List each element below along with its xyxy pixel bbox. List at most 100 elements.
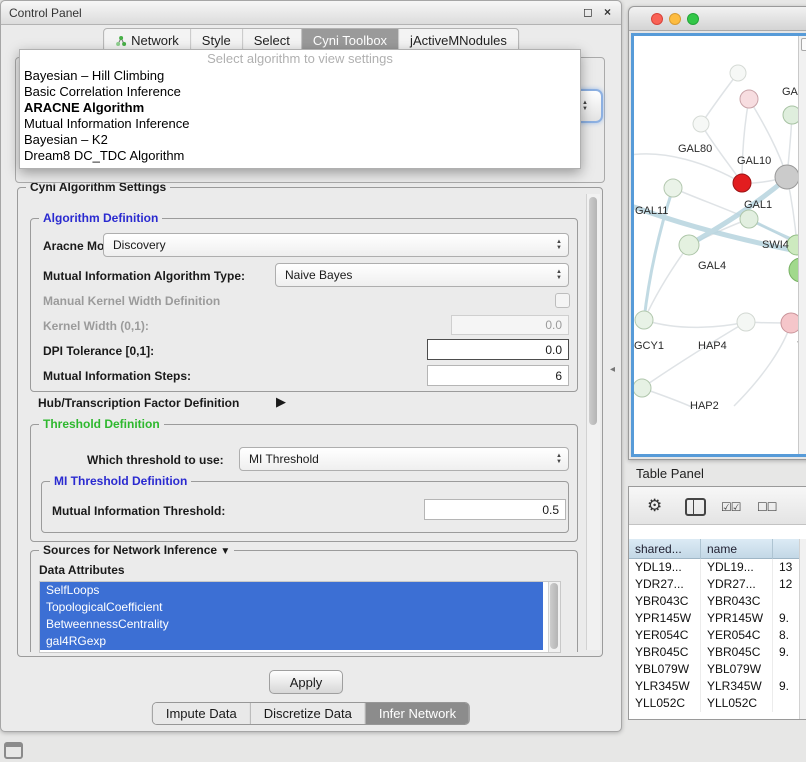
table-vertical-scrollbar[interactable] <box>799 539 806 719</box>
network-node[interactable] <box>740 210 758 228</box>
cell: YLR345W <box>701 678 773 695</box>
minimize-traffic-light-icon[interactable] <box>669 13 681 25</box>
node-label: GAL10 <box>737 155 771 167</box>
node-label: HAP2 <box>690 400 719 412</box>
network-node[interactable] <box>730 65 746 81</box>
aracne-mode-select[interactable]: Discovery ▲▼ <box>103 233 569 257</box>
mi-threshold-field[interactable]: 0.5 <box>424 499 566 520</box>
cell: YDL19... <box>629 559 701 576</box>
mi-threshold-label: Mutual Information Threshold: <box>52 504 225 518</box>
mi-steps-label: Mutual Information Steps: <box>43 369 191 383</box>
close-icon[interactable]: × <box>604 5 611 19</box>
column-header-name[interactable]: name <box>701 539 773 559</box>
cell: YDR27... <box>629 576 701 593</box>
sources-title-text: Sources for Network Inference <box>43 543 217 557</box>
dropdown-item[interactable]: Mutual Information Inference <box>20 116 580 132</box>
column-browser-icon[interactable] <box>685 498 706 516</box>
list-item[interactable]: SelfLoops <box>40 582 543 599</box>
control-panel-titlebar: Control Panel ◻ × <box>1 1 621 25</box>
tab-infer-network-label: Infer Network <box>379 706 456 721</box>
settings-scrollbar-thumb[interactable] <box>589 197 597 425</box>
table-row[interactable]: YDL19...YDL19...13 <box>629 559 806 576</box>
cell: YDR27... <box>701 576 773 593</box>
tab-infer-network[interactable]: Infer Network <box>365 703 469 724</box>
gear-icon[interactable]: ⚙ <box>647 496 662 516</box>
cyni-algorithm-settings-group: Cyni Algorithm Settings Algorithm Defini… <box>17 187 603 657</box>
network-window-titlebar <box>629 7 806 31</box>
dropdown-item[interactable]: Basic Correlation Inference <box>20 84 580 100</box>
panel-collapse-handle[interactable]: ◂ <box>610 364 615 375</box>
select-all-checkboxes-icon[interactable]: ☑☑ <box>721 500 741 514</box>
control-panel-window: Control Panel ◻ × Network Style Select C… <box>0 0 622 732</box>
table-row[interactable]: YLL052CYLL052C <box>629 695 806 712</box>
dropdown-item[interactable]: Bayesian – K2 <box>20 132 580 148</box>
mi-type-select[interactable]: Naive Bayes ▲▼ <box>275 263 569 287</box>
network-canvas[interactable]: GAL80 GAL10 GAL11 GAL1 SWI4 GAL4 GCY1 HA… <box>631 33 806 457</box>
node-label: SWI4 <box>762 239 789 251</box>
column-header-shared-name[interactable]: shared... <box>629 539 701 559</box>
deselect-all-checkboxes-icon[interactable]: ☐☐ <box>757 500 777 514</box>
combo-arrows-icon: ▲▼ <box>556 453 562 465</box>
mi-steps-value: 6 <box>555 369 562 383</box>
network-node[interactable] <box>679 235 699 255</box>
table-row[interactable]: YBR045CYBR045C9. <box>629 644 806 661</box>
table-row[interactable]: YBR043CYBR043C <box>629 593 806 610</box>
tab-cyni-toolbox-label: Cyni Toolbox <box>313 33 387 48</box>
network-vertical-scrollbar[interactable] <box>798 36 806 454</box>
birdseye-view-button[interactable] <box>801 38 806 51</box>
restore-panel-icon[interactable] <box>4 742 23 759</box>
network-node-labels: GAL80 GAL10 GAL11 GAL1 SWI4 GAL4 GCY1 HA… <box>634 86 805 412</box>
manual-kernel-label: Manual Kernel Width Definition <box>43 294 220 308</box>
network-node[interactable] <box>635 311 653 329</box>
network-node-gal10-selected[interactable] <box>733 174 751 192</box>
mi-type-value: Naive Bayes <box>285 268 352 282</box>
network-node[interactable] <box>740 90 758 108</box>
network-node[interactable] <box>664 179 682 197</box>
tab-impute-data-label: Impute Data <box>166 706 237 721</box>
cell: YBR043C <box>629 593 701 610</box>
apply-button[interactable]: Apply <box>269 670 343 694</box>
table-row[interactable]: YBL079WYBL079W <box>629 661 806 678</box>
dpi-tolerance-field[interactable]: 0.0 <box>427 339 569 360</box>
dropdown-item-selected[interactable]: ARACNE Algorithm <box>20 100 580 116</box>
list-item[interactable]: BetweennessCentrality <box>40 616 543 633</box>
zoom-traffic-light-icon[interactable] <box>687 13 699 25</box>
list-item[interactable]: TopologicalCoefficient <box>40 599 543 616</box>
hub-expand-icon[interactable]: ▶ <box>276 394 286 410</box>
close-traffic-light-icon[interactable] <box>651 13 663 25</box>
network-view-window: GAL80 GAL10 GAL11 GAL1 SWI4 GAL4 GCY1 HA… <box>628 6 806 460</box>
attributes-scrollbar[interactable] <box>548 582 560 652</box>
manual-kernel-checkbox[interactable] <box>555 293 570 308</box>
dropdown-placeholder: Select algorithm to view settings <box>20 50 580 68</box>
network-node[interactable] <box>693 116 709 132</box>
list-item[interactable]: gal4RGexp <box>40 633 543 650</box>
cell: YBR043C <box>701 593 773 610</box>
network-node[interactable] <box>775 165 799 189</box>
bottom-tab-group: Impute Data Discretize Data Infer Networ… <box>152 702 470 725</box>
table-row[interactable]: YPR145WYPR145W9. <box>629 610 806 627</box>
tab-discretize-data[interactable]: Discretize Data <box>250 703 365 724</box>
which-threshold-select[interactable]: MI Threshold ▲▼ <box>239 447 569 471</box>
cell: YLL052C <box>629 695 701 712</box>
dropdown-item[interactable]: Bayesian – Hill Climbing <box>20 68 580 84</box>
combo-arrows-icon: ▲▼ <box>556 269 562 281</box>
table-panel-window: ⚙ ☑☑ ☐☐ shared... name YDL19...YDL19...1… <box>628 486 806 720</box>
node-label: GAL80 <box>678 143 712 155</box>
network-node[interactable] <box>634 379 651 397</box>
table-row[interactable]: YER054CYER054C8. <box>629 627 806 644</box>
tab-network-label: Network <box>131 33 179 48</box>
mi-steps-field[interactable]: 6 <box>427 365 569 386</box>
table-row[interactable]: YLR345WYLR345W9. <box>629 678 806 695</box>
mi-threshold-value: 0.5 <box>542 503 559 517</box>
dropdown-item[interactable]: Dream8 DC_TDC Algorithm <box>20 148 580 164</box>
settings-scrollbar[interactable] <box>586 194 600 650</box>
table-row[interactable]: YDR27...YDR27...12 <box>629 576 806 593</box>
kernel-width-label: Kernel Width (0,1): <box>43 319 149 333</box>
sources-collapse-icon[interactable]: ▼ <box>220 546 230 557</box>
attributes-scrollbar-thumb[interactable] <box>550 583 558 649</box>
threshold-definition-title: Threshold Definition <box>39 417 164 431</box>
dpi-tolerance-value: 0.0 <box>545 343 562 357</box>
network-node[interactable] <box>737 313 755 331</box>
float-window-icon[interactable]: ◻ <box>583 5 593 19</box>
tab-impute-data[interactable]: Impute Data <box>153 703 250 724</box>
